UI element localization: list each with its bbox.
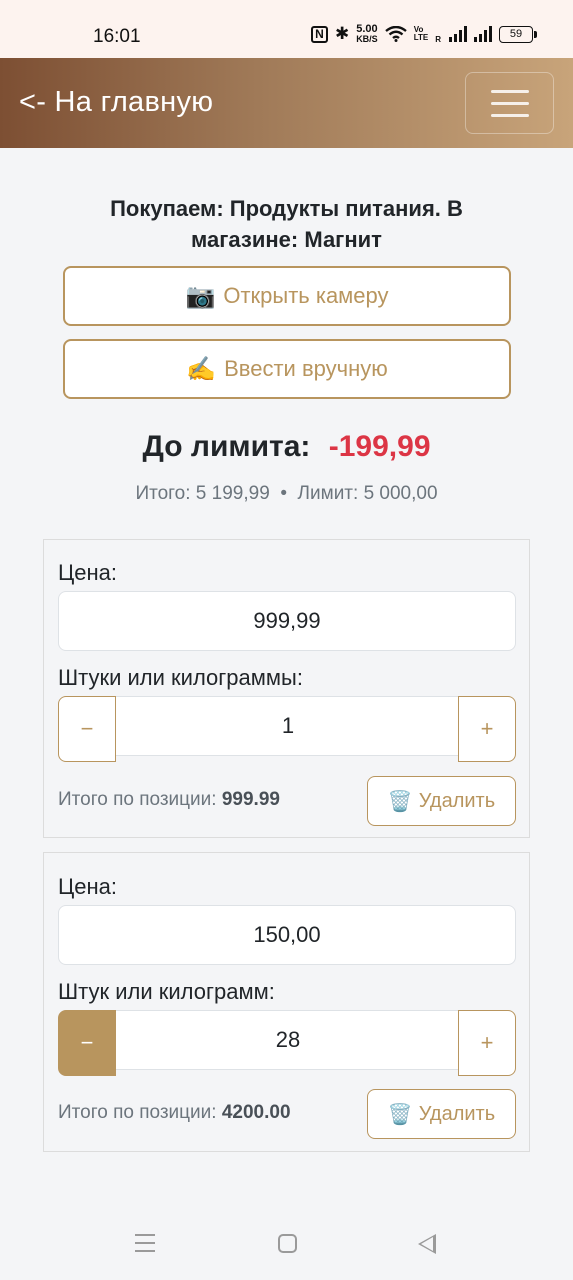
limit-remaining-label: До лимита: <box>142 430 311 463</box>
item-total: Итого по позиции: 4200.00 <box>58 1102 291 1124</box>
price-input[interactable]: 150,00 <box>58 905 516 965</box>
increase-quantity-button[interactable]: + <box>458 1010 516 1076</box>
quantity-stepper: − 28 + <box>58 1010 516 1076</box>
back-to-home-link[interactable]: <- На главную <box>19 86 213 119</box>
delete-item-button[interactable]: 🗑️ Удалить <box>367 776 516 826</box>
system-navigation-bar <box>0 1200 573 1280</box>
delete-label: Удалить <box>418 789 496 812</box>
quantity-label: Штуки или килограммы: <box>58 665 303 690</box>
quantity-label: Штук или килограмм: <box>58 979 275 1004</box>
grand-total: Итого: 5 199,99 <box>135 483 270 504</box>
price-input[interactable]: 999,99 <box>58 591 516 651</box>
delete-label: Удалить <box>418 1102 496 1125</box>
home-icon[interactable] <box>278 1234 297 1253</box>
quantity-stepper: − 1 + <box>58 696 516 762</box>
item-total-label: Итого по позиции: <box>58 789 217 810</box>
menu-toggle-button[interactable] <box>465 72 554 134</box>
open-camera-label: Открыть камеру <box>223 283 389 308</box>
item-total: Итого по позиции: 999.99 <box>58 789 280 811</box>
price-label: Цена: <box>58 874 118 899</box>
signal-icon <box>474 26 492 42</box>
status-icons: N ✱ 5.00 KB/S Vo LTE R 59 <box>310 23 537 44</box>
writing-hand-icon: ✍️ <box>186 355 217 383</box>
manual-entry-label: Ввести вручную <box>224 356 388 381</box>
signal-icon <box>449 26 467 42</box>
nfc-icon: N <box>310 25 328 43</box>
volte-icon: Vo LTE <box>413 25 429 42</box>
price-label: Цена: <box>58 560 118 585</box>
trash-icon: 🗑️ <box>387 790 413 813</box>
bluetooth-icon: ✱ <box>334 24 350 43</box>
quantity-input[interactable]: 28 <box>116 1010 460 1070</box>
limit-remaining: До лимита: -199,99 <box>0 430 573 464</box>
item-card: Цена: 150,00 Штук или килограмм: − 28 + … <box>43 852 530 1152</box>
decrease-quantity-button[interactable]: − <box>58 1010 116 1076</box>
back-icon[interactable] <box>418 1234 436 1254</box>
increase-quantity-button[interactable]: + <box>458 696 516 762</box>
item-total-value: 999.99 <box>221 789 280 810</box>
wifi-icon <box>384 26 407 42</box>
net-speed: 5.00 KB/S <box>356 23 378 44</box>
recent-apps-icon[interactable] <box>135 1234 155 1258</box>
limit-total: Лимит: 5 000,00 <box>297 483 438 504</box>
item-card: Цена: 999,99 Штуки или килограммы: − 1 +… <box>43 539 530 838</box>
app-header: <- На главную <box>0 58 573 148</box>
open-camera-button[interactable]: 📷 Открыть камеру <box>63 266 511 326</box>
delete-item-button[interactable]: 🗑️ Удалить <box>367 1089 516 1139</box>
hamburger-icon-line <box>491 114 529 117</box>
quantity-input[interactable]: 1 <box>116 696 460 756</box>
totals-summary: Итого: 5 199,99 • Лимит: 5 000,00 <box>0 483 573 505</box>
shopping-context-title: Покупаем: Продукты питания. В магазине: … <box>110 196 463 252</box>
limit-remaining-value: -199,99 <box>328 430 431 463</box>
status-time: 16:01 <box>93 26 141 47</box>
roaming-indicator: R <box>435 35 441 44</box>
item-total-label: Итого по позиции: <box>58 1102 217 1123</box>
decrease-quantity-button[interactable]: − <box>58 696 116 762</box>
camera-icon: 📷 <box>185 282 216 310</box>
manual-entry-button[interactable]: ✍️ Ввести вручную <box>63 339 511 399</box>
item-total-value: 4200.00 <box>221 1102 291 1123</box>
battery-icon: 59 <box>499 25 537 43</box>
status-bar: 16:01 N ✱ 5.00 KB/S Vo LTE R 59 <box>0 0 573 58</box>
trash-icon: 🗑️ <box>387 1103 413 1126</box>
hamburger-icon-line <box>491 102 529 105</box>
hamburger-icon <box>491 90 529 93</box>
separator-dot: • <box>280 483 287 504</box>
